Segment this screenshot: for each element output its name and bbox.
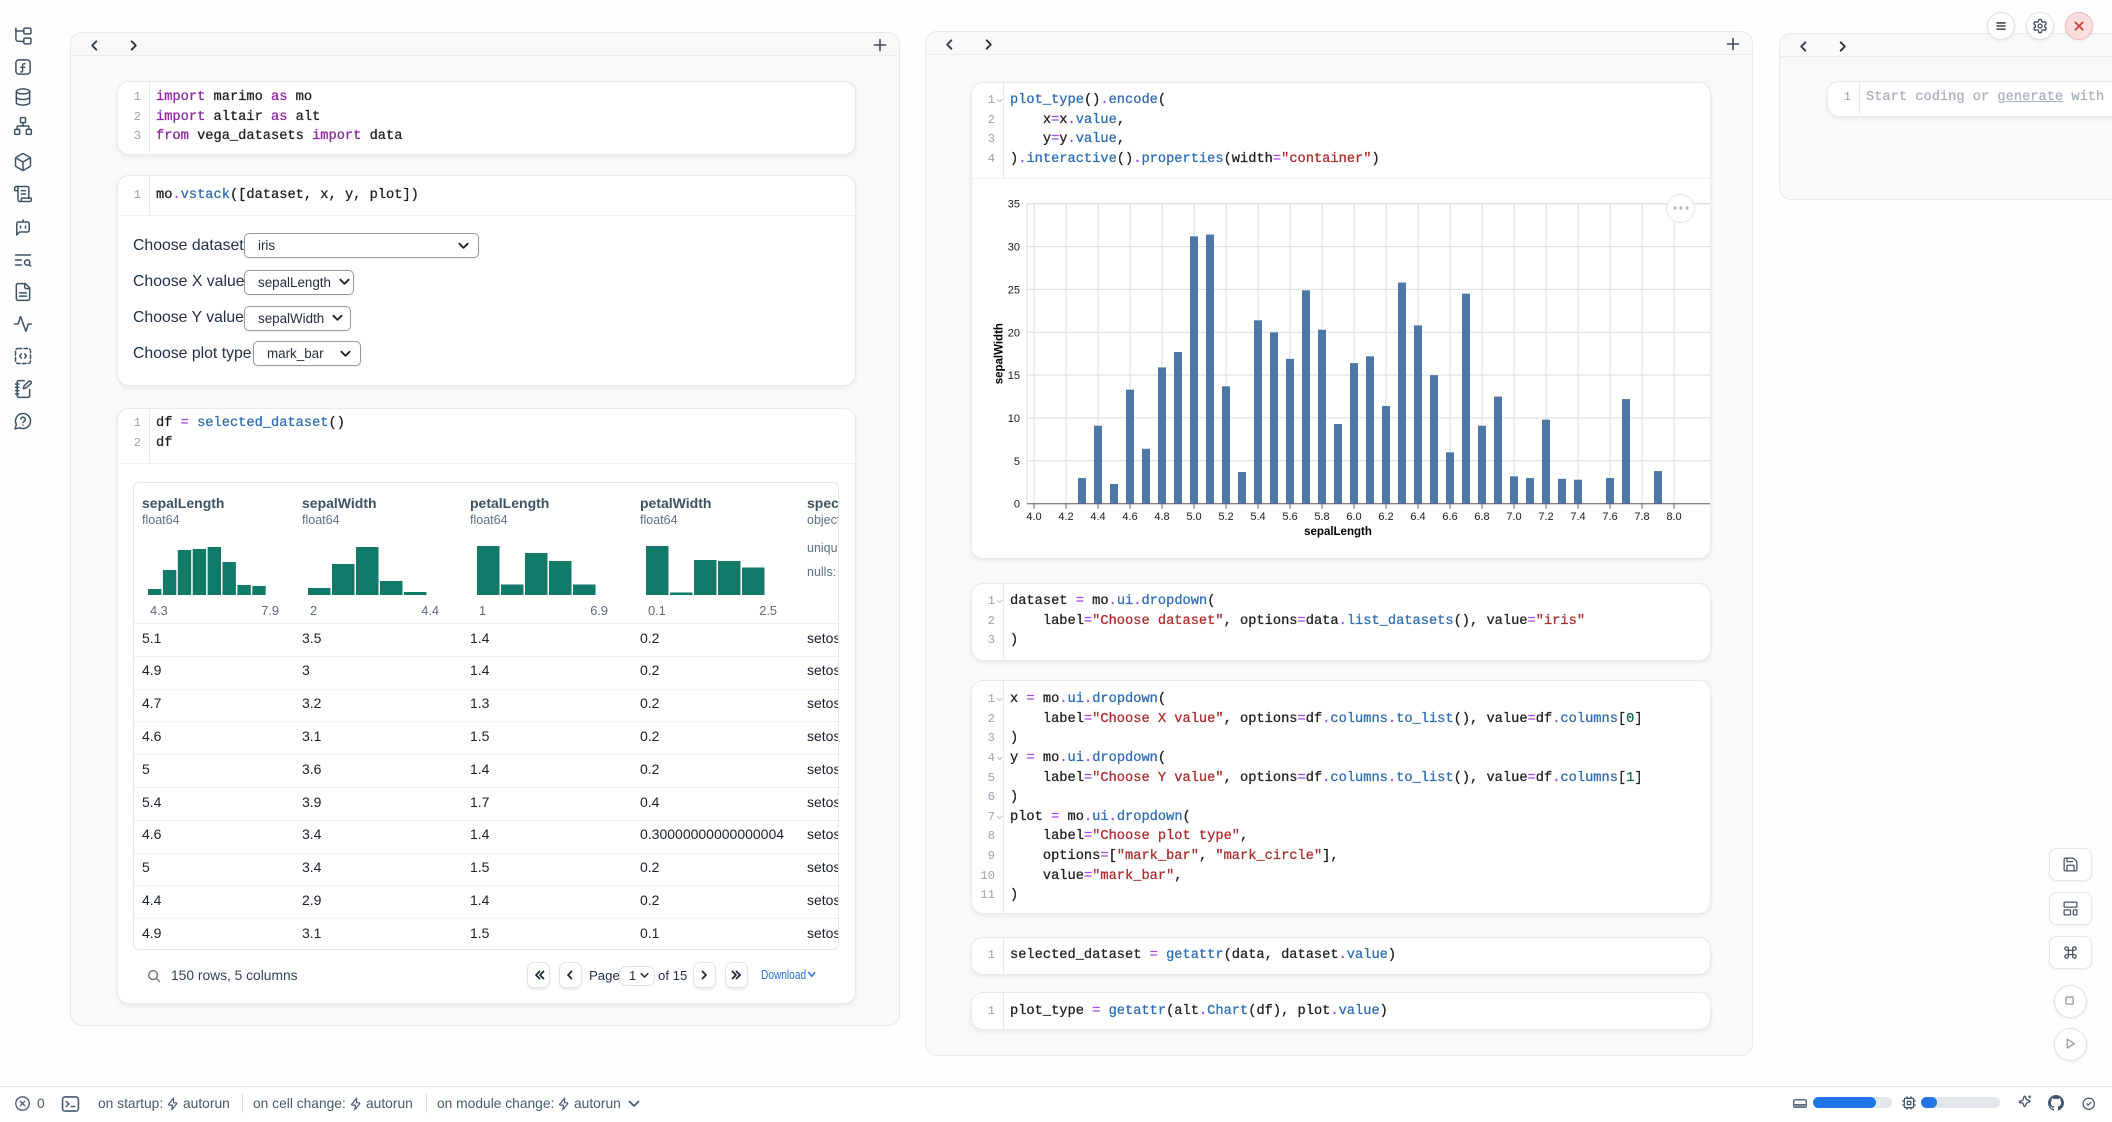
svg-text:5.4: 5.4 [1250,511,1265,523]
svg-text:5.8: 5.8 [1314,511,1329,523]
svg-text:5.2: 5.2 [1218,511,1233,523]
svg-text:7.6: 7.6 [1602,511,1617,523]
svg-text:35: 35 [1008,198,1020,210]
svg-text:20: 20 [1008,327,1020,339]
svg-text:25: 25 [1008,284,1020,296]
svg-text:6.8: 6.8 [1474,511,1489,523]
svg-text:6.4: 6.4 [1410,511,1425,523]
svg-text:4.2: 4.2 [1058,511,1073,523]
svg-text:7.4: 7.4 [1570,511,1585,523]
svg-text:4.8: 4.8 [1154,511,1169,523]
svg-text:10: 10 [1008,413,1020,425]
svg-text:15: 15 [1008,370,1020,382]
svg-text:4.4: 4.4 [1090,511,1105,523]
svg-text:5.6: 5.6 [1282,511,1297,523]
svg-text:6.2: 6.2 [1378,511,1393,523]
svg-text:0: 0 [1014,498,1020,510]
svg-text:7.8: 7.8 [1634,511,1649,523]
svg-text:5.0: 5.0 [1186,511,1201,523]
svg-text:30: 30 [1008,241,1020,253]
svg-text:4.0: 4.0 [1026,511,1041,523]
svg-text:4.6: 4.6 [1122,511,1137,523]
svg-text:sepalWidth: sepalWidth [994,323,1006,384]
svg-text:sepalLength: sepalLength [1304,526,1372,538]
svg-text:8.0: 8.0 [1666,511,1681,523]
svg-text:6.6: 6.6 [1442,511,1457,523]
svg-text:6.0: 6.0 [1346,511,1361,523]
svg-text:5: 5 [1014,456,1020,468]
svg-text:7.2: 7.2 [1538,511,1553,523]
svg-text:7.0: 7.0 [1506,511,1521,523]
